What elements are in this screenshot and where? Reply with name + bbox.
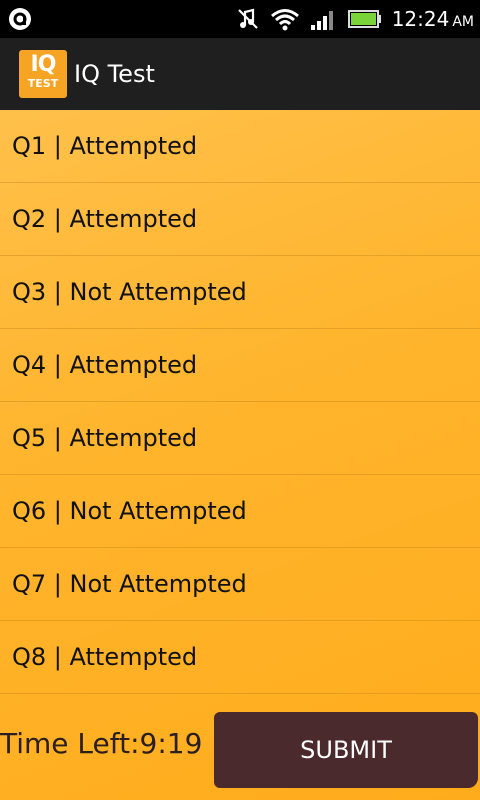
- question-item[interactable]: Q6 | Not Attempted: [0, 475, 480, 548]
- question-item[interactable]: Q2 | Attempted: [0, 183, 480, 256]
- battery-icon: [347, 10, 381, 28]
- mute-icon: [237, 8, 258, 29]
- status-bar: 12:24 AM: [0, 0, 480, 38]
- logo-test-text: TEST: [27, 77, 59, 90]
- signal-icon: [310, 11, 333, 30]
- time-left-label: Time Left:9:19: [0, 727, 203, 760]
- status-icons: 12:24 AM: [226, 0, 474, 38]
- action-bar: IQ TEST IQ Test: [0, 38, 480, 112]
- question-item[interactable]: Q1 | Attempted: [0, 110, 480, 183]
- clock-ampm: AM: [452, 14, 474, 30]
- logo-iq-text: IQ: [30, 52, 57, 77]
- status-clock: 12:24 AM: [392, 7, 474, 31]
- app-notification-icon: [9, 8, 31, 30]
- app-logo-icon[interactable]: IQ TEST: [19, 50, 67, 98]
- question-item[interactable]: Q7 | Not Attempted: [0, 548, 480, 621]
- wifi-icon: [270, 9, 299, 31]
- submit-button[interactable]: SUBMIT: [214, 712, 478, 788]
- clock-time: 12:24: [391, 7, 450, 31]
- question-item[interactable]: Q4 | Attempted: [0, 329, 480, 402]
- main-content: Q1 | Attempted Q2 | Attempted Q3 | Not A…: [0, 110, 480, 800]
- question-list: Q1 | Attempted Q2 | Attempted Q3 | Not A…: [0, 110, 480, 694]
- app-title: IQ Test: [74, 60, 155, 88]
- question-item[interactable]: Q8 | Attempted: [0, 621, 480, 694]
- question-item[interactable]: Q5 | Attempted: [0, 402, 480, 475]
- question-item[interactable]: Q3 | Not Attempted: [0, 256, 480, 329]
- footer-bar: Time Left:9:19 SUBMIT: [0, 712, 480, 800]
